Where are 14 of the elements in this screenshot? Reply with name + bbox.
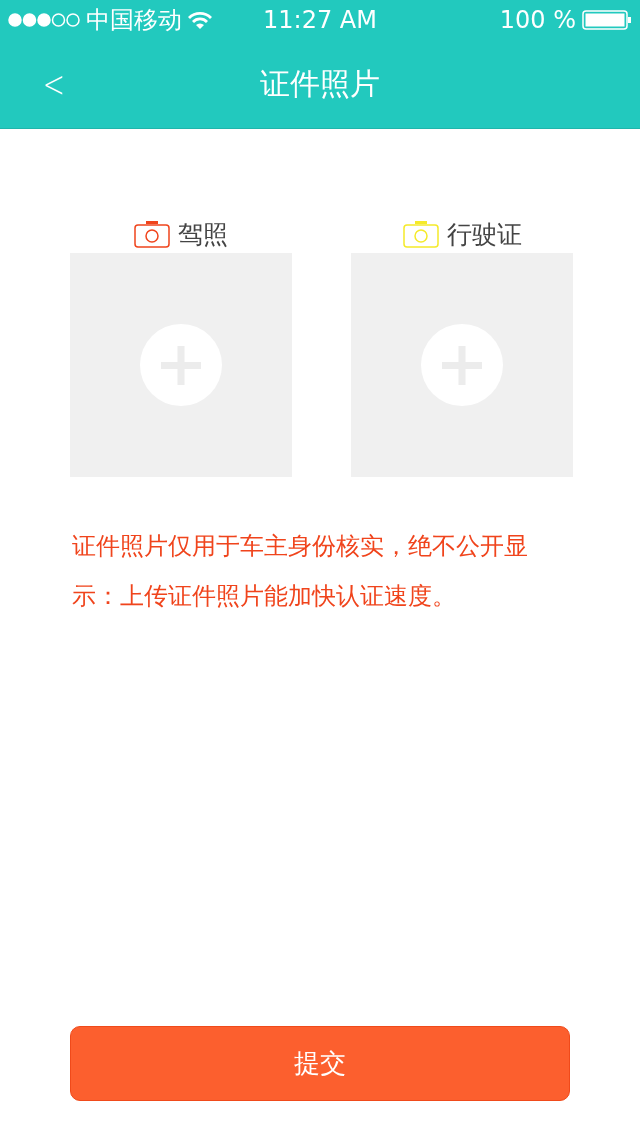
- signal-icon: [8, 13, 80, 27]
- battery-percent: 100 %: [499, 6, 576, 34]
- page-title: 证件照片: [260, 64, 380, 103]
- notice-text: 证件照片仅用于车主身份核实，绝不公开显示：上传证件照片能加快认证速度。: [72, 531, 529, 612]
- submit-button[interactable]: 提交: [70, 1026, 570, 1101]
- wifi-icon: [188, 11, 212, 29]
- upload-label: 行驶证: [446, 218, 522, 251]
- camera-icon: [134, 220, 170, 248]
- camera-icon: [402, 220, 439, 248]
- clock-time: 11:27 AM: [263, 6, 377, 34]
- back-button[interactable]: <: [37, 58, 71, 110]
- carrier-name: 中国移动: [86, 5, 182, 36]
- battery-icon: [582, 10, 632, 30]
- upload-label: 驾照: [178, 218, 228, 251]
